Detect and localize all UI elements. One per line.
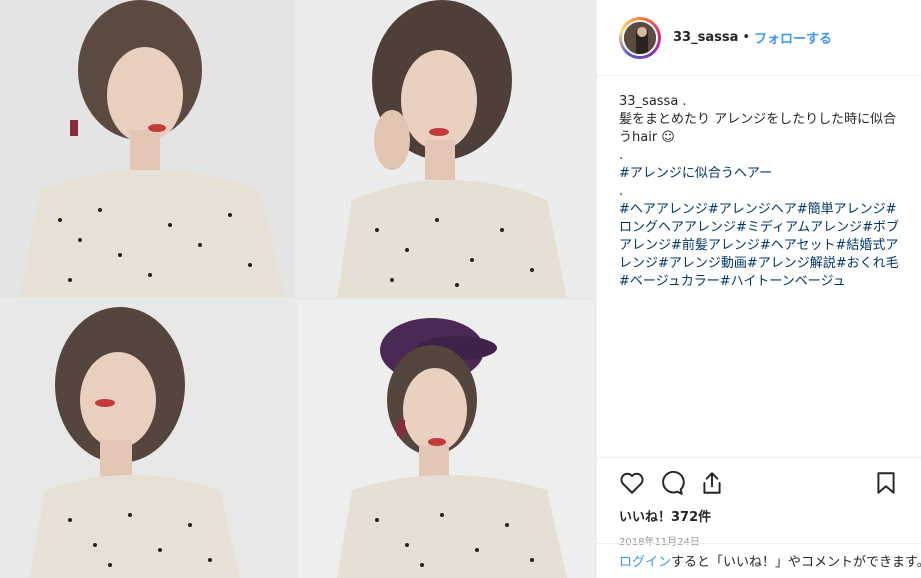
post-caption: 33_sassa . 髪をまとめたり アレンジをしたりした時に似合うhair ☺… bbox=[619, 93, 909, 291]
login-prompt: ログインすると「いいね！」やコメントができます。 bbox=[597, 543, 921, 572]
login-link[interactable]: ログイン bbox=[619, 555, 671, 570]
caption-line: . bbox=[619, 184, 624, 199]
photo-bottom-right bbox=[297, 300, 596, 578]
avatar-image bbox=[622, 19, 658, 56]
hashtag-list[interactable]: #ヘアアレンジ#アレンジヘア#簡単アレンジ#ロングヘアアレンジ#ミディアムアレン… bbox=[619, 201, 909, 291]
caption-author[interactable]: 33_sassa . bbox=[619, 93, 909, 111]
like-count[interactable]: いいね！372件 bbox=[619, 506, 899, 525]
bookmark-icon[interactable] bbox=[873, 470, 899, 496]
login-prompt-text: すると「いいね！」やコメントができます。 bbox=[671, 555, 921, 570]
caption-line: . bbox=[619, 148, 624, 163]
caption-line: 髪をまとめたり アレンジをしたりした時に似合うhair ☺︎ bbox=[619, 112, 897, 145]
share-icon[interactable] bbox=[699, 470, 725, 496]
post-header: 33_sassa • フォローする bbox=[597, 0, 921, 76]
hashtag-link[interactable]: #アレンジに似合うヘアー bbox=[619, 165, 909, 183]
heart-icon[interactable] bbox=[619, 470, 645, 496]
post-image-collage[interactable] bbox=[0, 0, 596, 578]
username-link[interactable]: 33_sassa bbox=[673, 30, 738, 45]
post-sidebar: 33_sassa • フォローする 33_sassa . 髪をまとめたり アレン… bbox=[596, 0, 921, 578]
photo-top-right bbox=[297, 0, 596, 298]
photo-top-left bbox=[0, 0, 295, 298]
photo-bottom-left bbox=[0, 300, 295, 578]
avatar[interactable] bbox=[619, 16, 661, 59]
follow-button[interactable]: フォローする bbox=[754, 28, 832, 47]
separator-dot: • bbox=[742, 30, 751, 45]
comment-icon[interactable] bbox=[659, 470, 685, 496]
post-actions: いいね！372件 2018年11月24日 bbox=[597, 457, 921, 548]
